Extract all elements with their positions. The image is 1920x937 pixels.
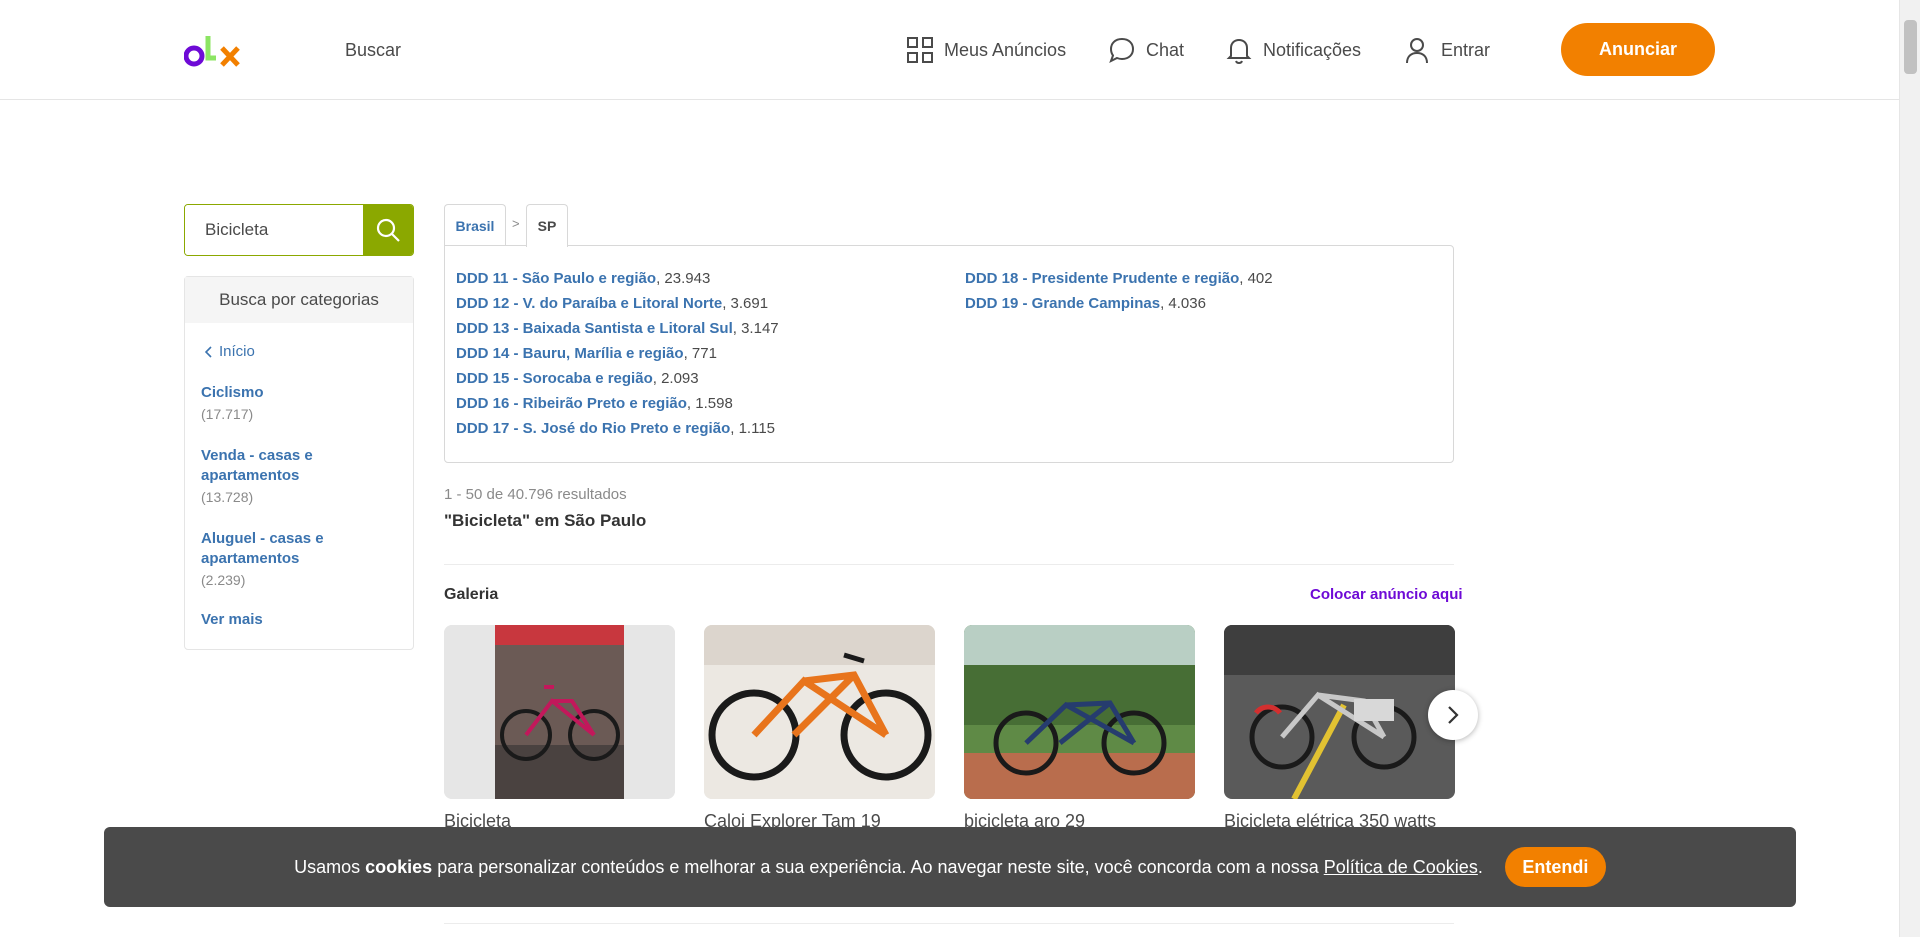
region-link[interactable]: DDD 13 - Baixada Santista e Litoral Sul bbox=[456, 320, 733, 337]
region-link[interactable]: DDD 17 - S. José do Rio Preto e região bbox=[456, 420, 730, 437]
search-button[interactable] bbox=[363, 205, 413, 255]
region-item: DDD 18 - Presidente Prudente e região, 4… bbox=[965, 270, 1273, 287]
grid-icon bbox=[907, 37, 933, 63]
notificacoes-link[interactable]: Notificações bbox=[1225, 36, 1361, 64]
category-label-line: Aluguel - casas e bbox=[201, 530, 324, 547]
gallery-card[interactable]: bicicleta aro 29 bbox=[964, 625, 1195, 832]
cookie-text-before: Usamos bbox=[294, 856, 366, 877]
region-link[interactable]: DDD 12 - V. do Paraíba e Litoral Norte bbox=[456, 295, 722, 312]
region-count: 402 bbox=[1247, 270, 1273, 287]
breadcrumb-separator: > bbox=[512, 216, 520, 231]
region-link[interactable]: DDD 18 - Presidente Prudente e região bbox=[965, 270, 1239, 287]
tab-sp[interactable]: SP bbox=[526, 204, 568, 247]
category-label-line: apartamentos bbox=[201, 467, 300, 484]
region-item: DDD 11 - São Paulo e região, 23.943 bbox=[456, 270, 711, 287]
region-count: 771 bbox=[691, 345, 717, 362]
categories-panel: Busca por categorias Início Ciclismo (17… bbox=[184, 276, 414, 650]
chevron-right-icon bbox=[1448, 706, 1459, 724]
inicio-link[interactable]: Início bbox=[205, 343, 255, 360]
category-label-line: Venda - casas e bbox=[201, 447, 313, 464]
ver-mais-link[interactable]: Ver mais bbox=[201, 610, 263, 630]
region-count: 4.036 bbox=[1168, 295, 1206, 312]
gallery-card-image bbox=[444, 625, 675, 799]
gallery-card-image bbox=[704, 625, 935, 799]
cookie-policy-link[interactable]: Política de Cookies bbox=[1324, 857, 1478, 877]
cookie-banner: Usamos cookies para personalizar conteúd… bbox=[104, 827, 1796, 907]
search-input[interactable] bbox=[185, 205, 363, 255]
gallery-card-image bbox=[1224, 625, 1455, 799]
divider bbox=[444, 564, 1454, 565]
bicycle-photo bbox=[704, 625, 935, 799]
region-item: DDD 17 - S. José do Rio Preto e região, … bbox=[456, 420, 776, 437]
cookie-text-after: . bbox=[1477, 856, 1483, 877]
category-label-line: apartamentos bbox=[201, 550, 300, 567]
region-count: 1.115 bbox=[738, 420, 776, 437]
region-link[interactable]: DDD 14 - Bauru, Marília e região bbox=[456, 345, 684, 362]
region-link[interactable]: DDD 16 - Ribeirão Preto e região bbox=[456, 395, 687, 412]
colocar-anuncio-link[interactable]: Colocar anúncio aqui bbox=[1310, 586, 1463, 603]
search-icon bbox=[376, 218, 400, 242]
region-count: 1.598 bbox=[695, 395, 733, 412]
gallery-card[interactable]: Caloi Explorer Tam 19 bbox=[704, 625, 935, 832]
gallery-card[interactable]: Bicicleta elétrica 350 watts bbox=[1224, 625, 1455, 832]
region-item: DDD 19 - Grande Campinas, 4.036 bbox=[965, 295, 1206, 312]
chat-bubble-icon bbox=[1109, 37, 1135, 64]
category-link-aluguel[interactable]: Aluguel - casas e apartamentos bbox=[201, 529, 324, 569]
region-link[interactable]: DDD 19 - Grande Campinas bbox=[965, 295, 1160, 312]
inicio-label: Início bbox=[219, 343, 255, 360]
cookie-text-middle: para personalizar conteúdos e melhorar a… bbox=[432, 856, 1324, 877]
category-count: (2.239) bbox=[201, 572, 246, 588]
category-count: (17.717) bbox=[201, 406, 254, 422]
bicycle-photo bbox=[1224, 625, 1455, 799]
page-scrollbar[interactable] bbox=[1899, 0, 1920, 937]
region-item: DDD 12 - V. do Paraíba e Litoral Norte, … bbox=[456, 295, 769, 312]
buscar-link[interactable]: Buscar bbox=[345, 40, 401, 61]
region-count: 3.691 bbox=[730, 295, 769, 312]
categories-heading: Busca por categorias bbox=[185, 277, 413, 323]
bell-icon bbox=[1226, 38, 1252, 64]
region-link[interactable]: DDD 15 - Sorocaba e região bbox=[456, 370, 653, 387]
olx-logo[interactable] bbox=[184, 32, 246, 68]
region-count: 23.943 bbox=[664, 270, 711, 287]
bicycle-photo bbox=[964, 625, 1195, 799]
category-link-venda[interactable]: Venda - casas e apartamentos bbox=[201, 446, 313, 486]
meus-anuncios-label: Meus Anúncios bbox=[944, 39, 1067, 60]
region-count: 2.093 bbox=[661, 370, 699, 387]
entendi-button[interactable]: Entendi bbox=[1504, 847, 1606, 887]
gallery-next-button[interactable] bbox=[1428, 690, 1478, 740]
notificacoes-label: Notificações bbox=[1263, 39, 1362, 60]
entrar-label: Entrar bbox=[1441, 39, 1491, 60]
chat-label: Chat bbox=[1146, 39, 1185, 60]
results-count: 1 - 50 de 40.796 resultados bbox=[444, 486, 627, 503]
results-title: "Bicicleta" em São Paulo bbox=[444, 511, 647, 530]
gallery-card-image bbox=[964, 625, 1195, 799]
user-icon bbox=[1406, 38, 1428, 64]
search-form bbox=[184, 204, 414, 256]
region-item: DDD 13 - Baixada Santista e Litoral Sul,… bbox=[456, 320, 779, 337]
meus-anuncios-link[interactable]: Meus Anúncios bbox=[906, 36, 1066, 64]
anunciar-button[interactable]: Anunciar bbox=[1561, 23, 1715, 76]
category-link-ciclismo[interactable]: Ciclismo bbox=[201, 383, 264, 403]
chevron-left-icon bbox=[205, 345, 212, 358]
entrar-link[interactable]: Entrar bbox=[1403, 36, 1490, 64]
chat-link[interactable]: Chat bbox=[1108, 36, 1184, 64]
scrollbar-thumb[interactable] bbox=[1904, 20, 1917, 74]
tab-brasil[interactable]: Brasil bbox=[444, 204, 506, 246]
category-label-line: Ciclismo bbox=[201, 384, 264, 401]
top-header: Buscar Meus Anúncios Chat Notificações E… bbox=[0, 0, 1899, 100]
region-item: DDD 15 - Sorocaba e região, 2.093 bbox=[456, 370, 699, 387]
region-item: DDD 16 - Ribeirão Preto e região, 1.598 bbox=[456, 395, 733, 412]
region-link[interactable]: DDD 11 - São Paulo e região bbox=[456, 270, 656, 287]
region-item: DDD 14 - Bauru, Marília e região, 771 bbox=[456, 345, 717, 362]
cookie-text: Usamos cookies para personalizar conteúd… bbox=[294, 857, 1483, 878]
bicycle-photo bbox=[444, 625, 675, 799]
cookie-text-bold: cookies bbox=[365, 856, 433, 877]
gallery-card[interactable]: Bicicleta bbox=[444, 625, 675, 832]
category-count: (13.728) bbox=[201, 489, 254, 505]
gallery-heading: Galeria bbox=[444, 586, 499, 603]
region-count: 3.147 bbox=[741, 320, 779, 337]
divider bbox=[444, 923, 1454, 924]
region-list: DDD 11 - São Paulo e região, 23.943 DDD … bbox=[444, 245, 1454, 463]
